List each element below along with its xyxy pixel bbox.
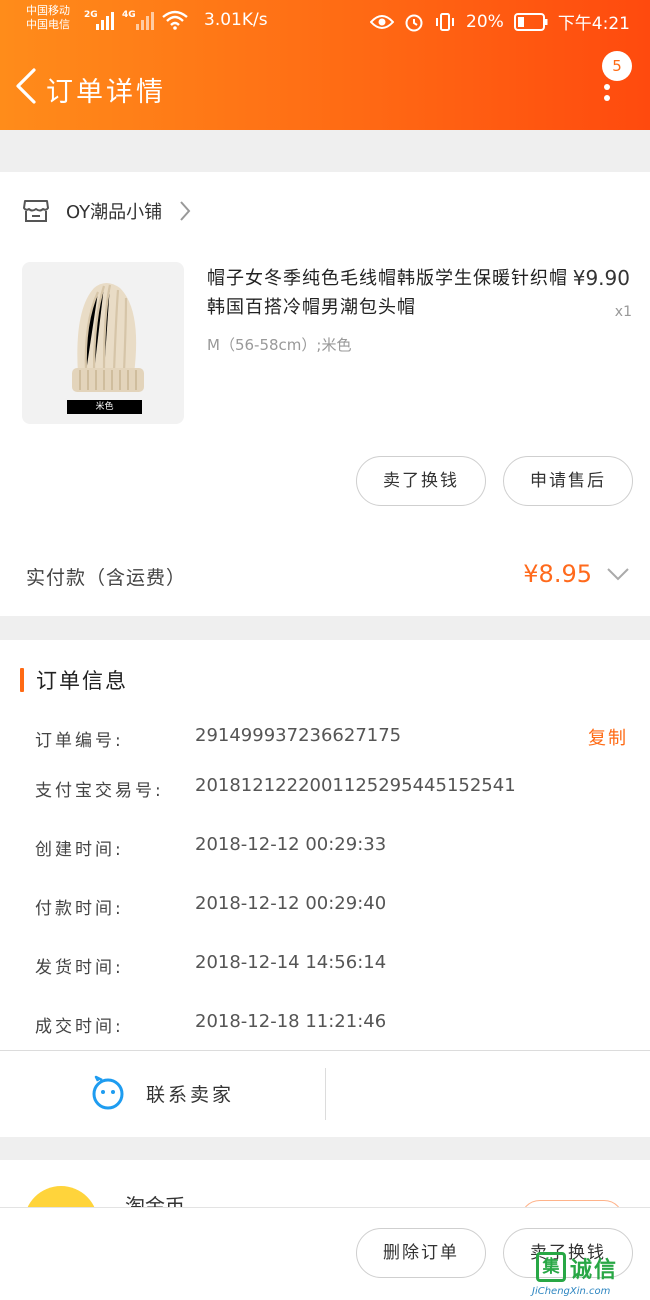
app-header: 中国移动 中国电信 2G 4G 3.01K/s 20% 下午4:21 订单详情 … xyxy=(0,0,650,130)
created-time-label: 创建时间: xyxy=(35,840,124,860)
watermark-url: JiChengXin.com xyxy=(532,1286,611,1297)
carrier-info: 中国移动 中国电信 xyxy=(26,4,70,32)
status-icons: 20% 下午4:21 xyxy=(370,9,630,34)
watermark-text: 诚信 xyxy=(570,1258,619,1283)
page-title: 订单详情 xyxy=(46,77,166,108)
chat-smile-icon xyxy=(92,1075,124,1110)
signal-icon-2 xyxy=(136,12,154,30)
image-color-tag: 米色 xyxy=(67,400,142,414)
wifi-icon xyxy=(162,10,188,30)
carrier-1: 中国移动 xyxy=(26,4,70,17)
copy-order-number-button[interactable]: 复制 xyxy=(588,724,628,750)
order-info-header: 订单信息 xyxy=(20,666,128,694)
watermark-logo-icon: 集 xyxy=(536,1252,566,1282)
back-arrow-icon[interactable] xyxy=(12,66,44,106)
created-time-value: 2018-12-12 00:29:33 xyxy=(195,834,387,855)
section-accent-bar xyxy=(20,668,24,692)
chevron-down-icon[interactable] xyxy=(606,566,630,582)
delete-order-button[interactable]: 删除订单 xyxy=(356,1228,486,1278)
product-quantity: x1 xyxy=(614,304,632,320)
divider xyxy=(0,1050,650,1051)
eye-icon xyxy=(370,14,395,29)
alipay-trade-label: 支付宝交易号: xyxy=(35,781,164,801)
alarm-icon xyxy=(405,14,423,31)
sell-for-cash-button[interactable]: 卖了换钱 xyxy=(356,456,486,506)
product-sku: M（56-58cm）;米色 xyxy=(207,336,352,354)
paid-amount: ¥8.95 xyxy=(523,560,592,588)
paid-time-value: 2018-12-12 00:29:40 xyxy=(195,893,387,914)
completed-time-value: 2018-12-18 11:21:46 xyxy=(195,1011,387,1032)
battery-percent: 20% xyxy=(466,11,504,32)
shipped-time-value: 2018-12-14 14:56:14 xyxy=(195,952,387,973)
product-image[interactable]: 米色 xyxy=(22,262,184,424)
more-dots-icon[interactable] xyxy=(604,84,610,101)
paid-time-label: 付款时间: xyxy=(35,899,124,919)
order-number-value: 291499937236627175 xyxy=(195,725,402,746)
completed-time-label: 成交时间: xyxy=(35,1017,124,1037)
contact-seller-label: 联系卖家 xyxy=(146,1083,235,1106)
site-watermark: 集 诚信 JiChengXin.com xyxy=(528,1252,650,1300)
shipped-time-label: 发货时间: xyxy=(35,958,124,978)
shop-icon xyxy=(23,200,49,222)
signal-icon xyxy=(96,12,114,30)
message-count-badge[interactable]: 5 xyxy=(602,51,632,81)
vibrate-icon xyxy=(436,12,455,31)
order-info-card xyxy=(0,640,650,1137)
battery-icon xyxy=(513,12,548,31)
chevron-right-icon xyxy=(180,201,191,221)
order-number-label: 订单编号: xyxy=(35,731,124,751)
network-speed: 3.01K/s xyxy=(204,10,268,30)
network-type-2: 4G xyxy=(122,10,136,20)
section-title: 订单信息 xyxy=(36,669,128,693)
product-title[interactable]: 帽子女冬季纯色毛线帽韩版学生保暖针织帽韩国百搭冷帽男潮包头帽 xyxy=(207,264,572,322)
after-sale-button[interactable]: 申请售后 xyxy=(503,456,633,506)
shop-link[interactable]: OY潮品小铺 xyxy=(22,196,192,226)
carrier-2: 中国电信 xyxy=(26,18,70,31)
contact-seller-button[interactable]: 联系卖家 xyxy=(90,1075,234,1111)
clock: 下午4:21 xyxy=(557,14,630,34)
shop-name: OY潮品小铺 xyxy=(66,202,163,223)
paid-amount-label: 实付款（含运费） xyxy=(26,567,187,589)
vertical-divider xyxy=(325,1068,326,1120)
alipay-trade-value: 2018121222001125295445152541 xyxy=(195,775,516,796)
product-price: ¥9.90 xyxy=(572,266,630,290)
